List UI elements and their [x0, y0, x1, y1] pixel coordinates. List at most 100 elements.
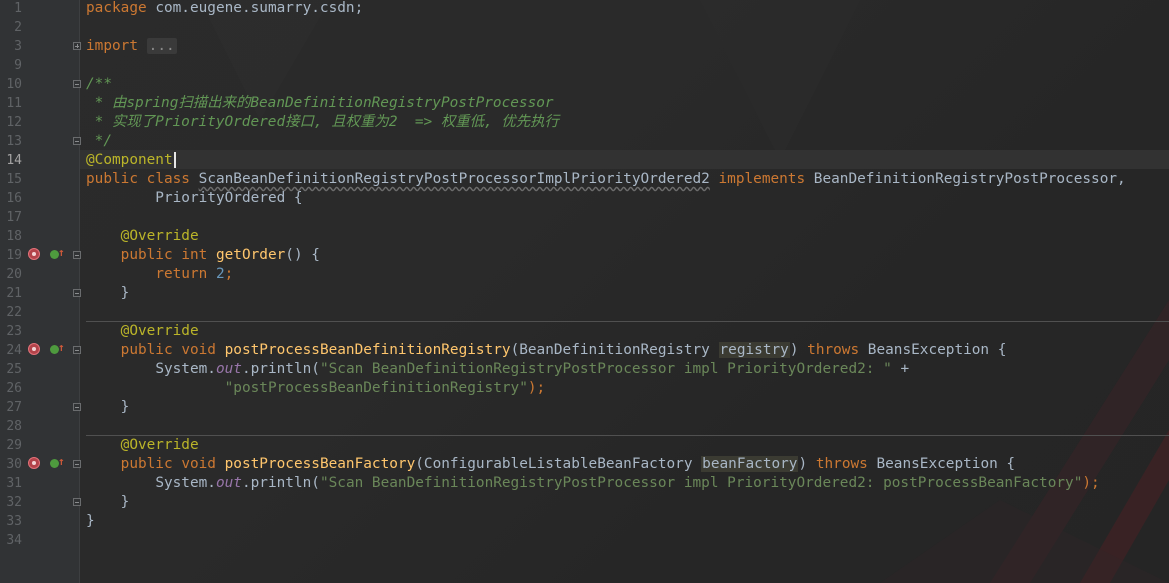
line-number-current: 14: [6, 153, 22, 168]
highlighted-parameter: registry: [718, 342, 790, 358]
fold-expand-icon[interactable]: [73, 42, 81, 50]
keyword: throws: [815, 456, 868, 472]
line-number: 20: [6, 267, 22, 282]
line-number: 32: [6, 495, 22, 510]
bean-icon[interactable]: [28, 248, 40, 260]
annotation: @Override: [120, 437, 199, 453]
code-line: }: [86, 512, 95, 531]
line-number: 25: [6, 362, 22, 377]
code-text: }: [120, 494, 130, 510]
code-line: System.out.println("Scan BeanDefinitionR…: [86, 474, 1099, 493]
code-line: @Override: [86, 322, 199, 341]
up-arrow-icon[interactable]: ↑: [58, 342, 65, 354]
highlighted-parameter: beanFactory: [701, 456, 799, 472]
fold-collapse-icon[interactable]: [73, 251, 81, 259]
code-line: PriorityOrdered {: [86, 189, 303, 208]
number-literal: 2: [215, 266, 225, 282]
code-line: import ...: [86, 37, 177, 56]
line-number: 31: [6, 476, 22, 491]
code-line: }: [86, 284, 130, 303]
keyword: public: [120, 247, 173, 263]
fold-collapse-icon[interactable]: [73, 403, 81, 411]
up-arrow-icon[interactable]: ↑: [58, 247, 65, 259]
code-text: (BeanDefinitionRegistry: [510, 342, 719, 358]
annotation: @Override: [120, 323, 199, 339]
fold-collapse-icon[interactable]: [73, 498, 81, 506]
code-text: ;: [224, 266, 234, 282]
keyword: void: [181, 456, 216, 472]
doc-comment: 2: [388, 114, 398, 130]
keyword: void: [181, 342, 216, 358]
code-line: package com.eugene.sumarry.csdn;: [86, 0, 363, 18]
doc-comment: /**: [86, 76, 112, 92]
string-literal: "Scan BeanDefinitionRegistryPostProcesso…: [319, 361, 892, 377]
code-line: return 2;: [86, 265, 233, 284]
doc-comment: * 实现了: [86, 114, 156, 130]
code-text: }: [120, 399, 130, 415]
code-line: public int getOrder() {: [86, 246, 320, 265]
interface-list: PriorityOrdered {: [86, 190, 303, 206]
code-line: * 实现了PriorityOrdered接口, 且权重为2 => 权重低, 优先…: [86, 113, 559, 132]
doc-comment: */: [86, 133, 112, 149]
keyword: throws: [807, 342, 860, 358]
code-line: * 由spring扫描出来的BeanDefinitionRegistryPost…: [86, 94, 554, 113]
code-text: }: [86, 513, 95, 529]
line-number: 12: [6, 115, 22, 130]
fold-collapse-icon[interactable]: [73, 460, 81, 468]
method-separator: [86, 321, 1169, 322]
code-line: @Component: [86, 151, 176, 170]
code-text: );: [527, 380, 546, 396]
code-text: BeansException {: [867, 456, 1016, 472]
current-line-highlight: [79, 150, 1169, 169]
package-name: com.eugene.sumarry.csdn;: [146, 0, 364, 16]
keyword: class: [146, 171, 190, 187]
code-text: .println(: [241, 361, 320, 377]
fold-collapse-icon[interactable]: [73, 346, 81, 354]
doc-comment: spring: [126, 95, 179, 111]
line-number-gutter[interactable]: 1 2 3 9 10 11 12 13 14 15 16 17 18 19 20…: [0, 0, 81, 583]
keyword: package: [86, 0, 147, 16]
code-line: public void postProcessBeanFactory(Confi…: [86, 455, 1015, 474]
code-text: System.: [155, 475, 216, 491]
static-field: out: [215, 361, 242, 377]
code-line: */: [86, 132, 112, 151]
keyword: implements: [718, 171, 806, 187]
line-number: 30: [6, 457, 22, 472]
bean-icon[interactable]: [28, 457, 40, 469]
code-text: BeansException {: [859, 342, 1007, 358]
wallpaper-streaks: [200, 0, 1169, 583]
string-literal: "Scan BeanDefinitionRegistryPostProcesso…: [319, 475, 1083, 491]
fold-collapse-icon[interactable]: [73, 80, 81, 88]
fold-collapse-icon[interactable]: [73, 137, 81, 145]
up-arrow-icon[interactable]: ↑: [58, 456, 65, 468]
fold-collapse-icon[interactable]: [73, 289, 81, 297]
string-literal: "postProcessBeanDefinitionRegistry": [224, 380, 528, 396]
folded-imports[interactable]: ...: [146, 38, 177, 54]
line-number: 19: [6, 248, 22, 263]
keyword: return: [155, 266, 208, 282]
line-number: 21: [6, 286, 22, 301]
method-name: postProcessBeanDefinitionRegistry: [224, 342, 511, 358]
keyword: public: [120, 456, 173, 472]
line-number: 28: [6, 419, 22, 434]
code-text: .println(: [241, 475, 320, 491]
line-number: 11: [6, 96, 22, 111]
doc-comment: => 权重低, 优先执行: [397, 114, 559, 130]
code-text: }: [120, 285, 130, 301]
bean-icon[interactable]: [28, 343, 40, 355]
line-number: 10: [6, 77, 22, 92]
line-number: 26: [6, 381, 22, 396]
code-line: @Override: [86, 436, 199, 455]
code-text: +: [891, 361, 910, 377]
keyword: public: [120, 342, 173, 358]
code-editor[interactable]: 1 2 3 9 10 11 12 13 14 15 16 17 18 19 20…: [0, 0, 1169, 583]
method-name: getOrder: [215, 247, 286, 263]
code-line: }: [86, 398, 130, 417]
line-number: 27: [6, 400, 22, 415]
static-field: out: [215, 475, 242, 491]
line-number: 18: [6, 229, 22, 244]
line-number: 2: [14, 20, 22, 35]
interface-list: BeanDefinitionRegistryPostProcessor,: [805, 171, 1126, 187]
keyword: public: [86, 171, 138, 187]
code-line: @Override: [86, 227, 199, 246]
